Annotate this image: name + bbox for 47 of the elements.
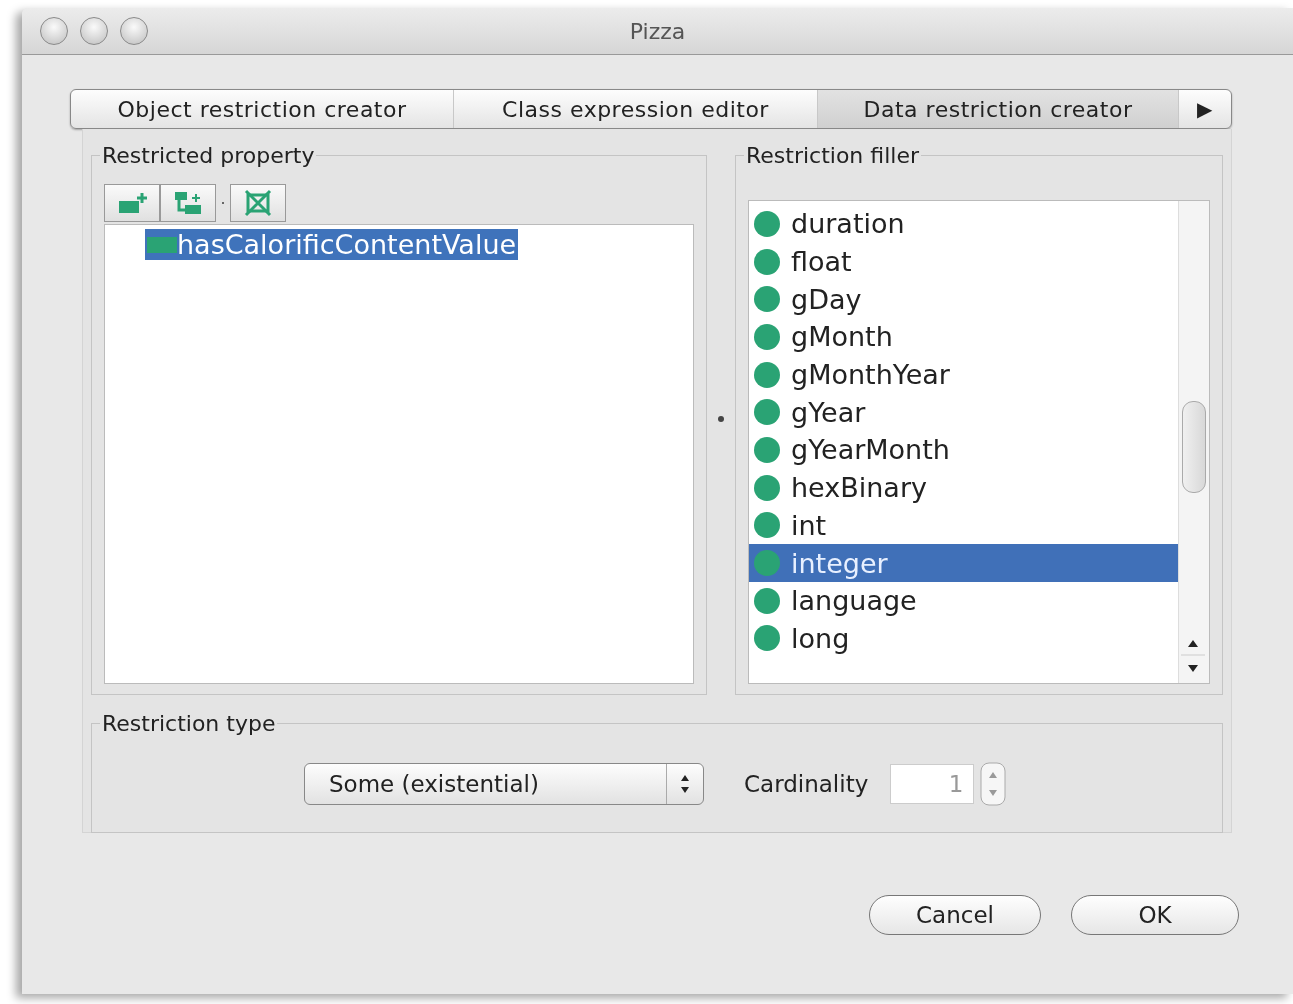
datatype-item[interactable]: gMonthYear [749,355,1178,394]
datatype-item[interactable]: language [749,581,1178,620]
datatype-item[interactable]: long [749,619,1178,658]
delete-property-button[interactable] [230,184,286,222]
datatype-icon [753,209,781,238]
dialog-button[interactable]: OK [1071,895,1239,935]
datatype-icon [753,322,781,351]
updown-icon [681,775,689,793]
datatype-item[interactable]: hexBinary [749,468,1178,507]
datatype-item[interactable]: gYearMonth [749,431,1178,469]
group-title: Restricted property [101,143,316,168]
tab[interactable]: Data restriction creator [818,90,1179,128]
scroll-thumb[interactable] [1182,401,1206,493]
add-subproperty-button[interactable] [160,184,216,222]
spinner-icon[interactable] [980,762,1007,806]
scrollbar[interactable] [1178,201,1209,683]
add-property-button[interactable] [104,184,160,222]
datatype-icon [753,473,781,502]
datatype-icon [753,247,781,276]
datatype-item[interactable]: gMonth [749,318,1178,356]
datatype-icon [753,624,781,653]
tab-scroll-button[interactable]: ▶ [1179,90,1231,128]
dialog-button[interactable]: Cancel [869,895,1041,935]
datatype-icon [753,511,781,540]
datatype-icon [753,398,781,427]
datatype-item[interactable]: duration [749,205,1178,243]
close-button[interactable] [40,17,68,45]
datatype-item[interactable]: float [749,242,1178,281]
datatype-icon [753,360,781,389]
datatype-item[interactable]: gDay [749,280,1178,319]
group-title: Restriction type [101,711,277,736]
datatype-icon [753,435,781,464]
datatype-icon [753,285,781,314]
split-handle[interactable] [718,416,724,422]
datatype-item[interactable]: int [749,506,1178,545]
minimize-button[interactable] [80,17,108,45]
tab[interactable]: Object restriction creator [71,90,454,128]
restriction-type-dropdown[interactable]: Some (existential) [304,763,704,805]
group-title: Restriction filler [745,143,920,168]
datatype-item[interactable]: integer [749,544,1178,582]
datatype-icon [753,586,781,615]
zoom-button[interactable] [120,17,148,45]
datatype-icon [753,549,781,578]
window-title: Pizza [629,18,686,44]
cardinality-label: Cardinality [744,771,869,797]
property-icon [147,236,177,253]
datatype-item[interactable]: gYear [749,393,1178,432]
